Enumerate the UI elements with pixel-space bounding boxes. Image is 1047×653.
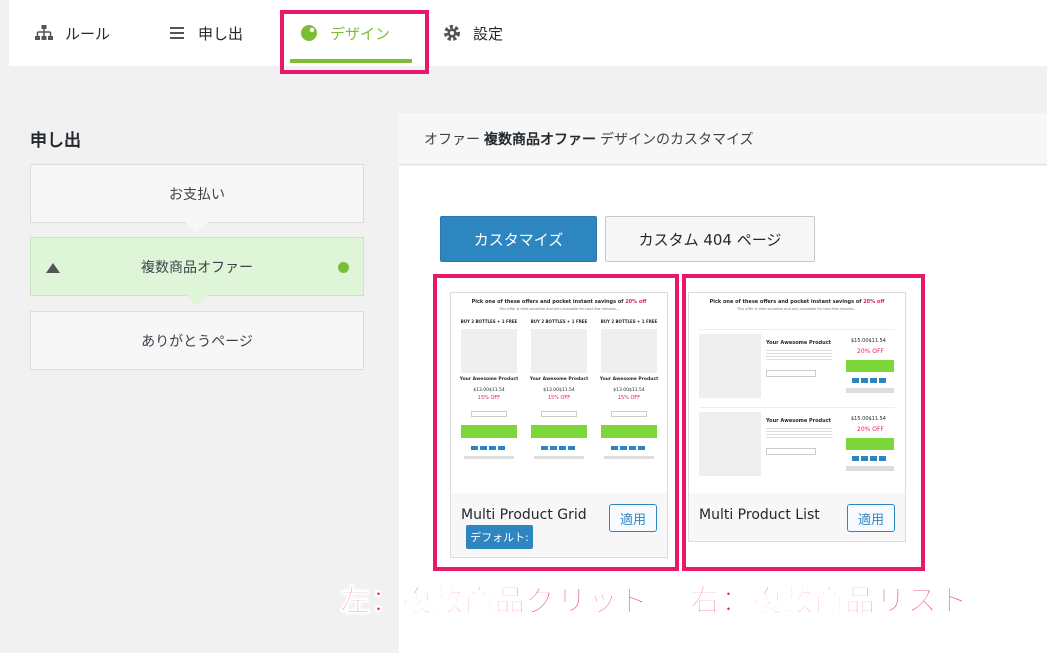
grid-template-highlight — [433, 274, 679, 571]
funnel-step-label: 複数商品オファー — [141, 259, 253, 276]
funnel-step-thank-you[interactable]: ありがとうページ — [30, 311, 364, 370]
heading-suffix: デザインのカスタマイズ — [600, 131, 754, 148]
gear-icon — [443, 24, 461, 42]
tab-rules[interactable]: ルール — [35, 0, 110, 66]
funnel-step-checkout[interactable]: お支払い — [30, 164, 364, 233]
collapse-triangle-icon[interactable] — [46, 263, 60, 273]
design-tab-highlight — [280, 10, 429, 74]
tab-settings[interactable]: 設定 — [443, 0, 503, 66]
sidebar-title: 申し出 — [30, 131, 81, 151]
sitemap-icon — [35, 24, 53, 42]
tab-offers-label: 申し出 — [198, 24, 244, 43]
heading-offer-name: 複数商品オファー — [484, 131, 596, 148]
annotation-left: 左：複数商品グリッド — [340, 584, 650, 620]
funnel-step-label: お支払い — [169, 186, 225, 203]
active-status-dot — [338, 262, 349, 273]
list-template-highlight — [682, 274, 925, 571]
funnel-step-multi-offer[interactable]: 複数商品オファー — [30, 237, 364, 306]
tab-rules-label: ルール — [65, 24, 111, 43]
tab-offers[interactable]: 申し出 — [168, 0, 243, 66]
annotation-right: 右：複数商品リスト — [690, 584, 969, 620]
step-connector-arrow — [186, 222, 208, 233]
tab-settings-label: 設定 — [473, 24, 504, 43]
customize-button[interactable]: カスタマイズ — [440, 216, 597, 262]
step-connector-arrow — [186, 295, 208, 306]
top-tab-bar — [9, 0, 1047, 66]
funnel-step-label: ありがとうページ — [141, 333, 253, 350]
menu-icon — [168, 24, 186, 42]
custom-404-button[interactable]: カスタム 404 ページ — [605, 216, 815, 262]
heading-prefix: オファー — [424, 131, 480, 148]
panel-heading: オファー 複数商品オファー デザインのカスタマイズ — [399, 113, 1047, 165]
